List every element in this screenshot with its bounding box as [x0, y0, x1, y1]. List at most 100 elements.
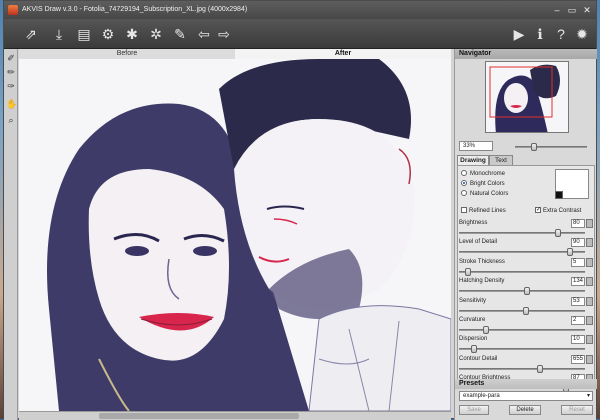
checkbox-extra-contrast[interactable]: ✓ Extra Contrast — [535, 207, 581, 215]
sketch-artwork — [19, 59, 451, 411]
close-icon[interactable]: ✕ — [580, 4, 594, 16]
preset-value: example-para — [463, 393, 500, 399]
color-swatch-pencil[interactable] — [555, 191, 563, 199]
scroll-thumb[interactable] — [99, 413, 299, 419]
param-slider[interactable] — [459, 364, 585, 373]
param-slider[interactable] — [459, 287, 585, 296]
param-label: Dispersion — [459, 336, 488, 343]
navigator-preview — [486, 62, 568, 132]
param-brightness: Brightness 80 — [459, 219, 593, 237]
checkbox-icon — [461, 207, 467, 214]
navigator-thumbnail[interactable] — [485, 61, 569, 133]
param-hatching-density: Hatching Density 134 — [459, 277, 593, 296]
zoom-select[interactable]: 33% — [459, 141, 493, 151]
preset-select[interactable]: example-para ▾ — [459, 391, 593, 401]
history-brush-icon[interactable]: ✑ — [6, 81, 16, 91]
maximize-icon[interactable]: ▭ — [565, 4, 579, 16]
param-slider[interactable] — [459, 345, 585, 354]
param-slider-thumb[interactable] — [522, 306, 529, 315]
delete-preset-button[interactable]: Delete — [509, 405, 541, 415]
info-icon[interactable]: ℹ — [530, 24, 550, 44]
param-slider[interactable] — [459, 229, 585, 237]
param-spinner[interactable] — [586, 238, 593, 248]
option-label: Monochrome — [470, 171, 506, 177]
param-value-input[interactable]: 134 — [571, 277, 585, 287]
settings-icon[interactable]: ✹ — [572, 24, 592, 44]
hand-icon[interactable]: ✋ — [6, 99, 17, 109]
param-dispersion: Dispersion 10 — [459, 335, 593, 354]
param-slider-thumb[interactable] — [567, 248, 573, 257]
chevron-down-icon: ▾ — [586, 393, 590, 399]
eraser-icon[interactable]: ✏ — [6, 67, 16, 77]
param-value-input[interactable]: 2 — [571, 316, 585, 325]
param-value-input[interactable]: 80 — [571, 219, 585, 228]
undo-icon[interactable]: ⇦ — [194, 24, 214, 44]
param-label: Sensitivity — [459, 297, 487, 304]
print-icon[interactable]: ▤ — [74, 24, 94, 44]
param-spinner[interactable] — [586, 296, 593, 306]
param-value-input[interactable]: 53 — [571, 296, 585, 306]
save-icon[interactable]: ⤓ — [49, 24, 69, 44]
param-value-input[interactable]: 655 — [571, 354, 585, 364]
batch-icon[interactable]: ✱ — [122, 24, 142, 44]
param-spinner[interactable] — [586, 277, 593, 287]
param-spinner[interactable] — [586, 219, 593, 228]
param-spinner[interactable] — [586, 354, 593, 364]
radio-icon — [461, 190, 467, 197]
open-icon[interactable]: ⇗ — [18, 24, 44, 44]
param-value-input[interactable]: 5 — [571, 257, 585, 267]
paint-icon[interactable]: ✎ — [170, 24, 190, 44]
option-monochrome[interactable]: Monochrome — [461, 170, 505, 178]
option-bright-colors[interactable]: Bright Colors — [461, 180, 505, 188]
param-level-of-detail: Level of Detail 90 — [459, 238, 593, 257]
tab-drawing[interactable]: Drawing — [457, 155, 489, 165]
checkbox-checked-icon: ✓ — [535, 207, 542, 214]
param-slider[interactable] — [459, 326, 585, 334]
param-sensitivity: Sensitivity 53 — [459, 296, 593, 315]
help-icon[interactable]: ? — [551, 24, 571, 44]
checkbox-refined-lines[interactable]: Refined Lines — [461, 207, 506, 215]
run-icon[interactable]: ▶ — [509, 24, 529, 44]
reset-preset-button[interactable]: Reset — [561, 405, 593, 415]
param-slider[interactable] — [459, 306, 585, 315]
image-canvas[interactable] — [19, 59, 451, 411]
share-icon[interactable]: ⚙ — [98, 24, 118, 44]
option-label: Bright Colors — [470, 181, 505, 187]
view-tabs: Before After — [19, 49, 451, 59]
param-spinner[interactable] — [586, 335, 593, 345]
app-window: AKVIS Draw v.3.0 - Fotolia_74729194_Subs… — [3, 0, 597, 420]
radio-icon — [461, 170, 467, 177]
redo-icon[interactable]: ⇨ — [214, 24, 234, 44]
brush-icon[interactable]: ✐ — [6, 53, 16, 63]
param-slider-thumb[interactable] — [537, 364, 543, 373]
param-contour-detail: Contour Detail 655 — [459, 354, 593, 373]
zoom-icon[interactable]: ⌕ — [6, 115, 16, 125]
param-spinner[interactable] — [586, 257, 593, 267]
param-label: Brightness — [459, 220, 488, 226]
tab-text[interactable]: Text — [489, 155, 513, 165]
save-preset-button[interactable]: Save — [459, 405, 489, 415]
param-slider-thumb[interactable] — [523, 287, 530, 296]
option-natural-colors[interactable]: Natural Colors — [461, 190, 508, 198]
param-curvature: Curvature 2 — [459, 316, 593, 334]
param-slider-thumb[interactable] — [465, 267, 471, 276]
param-slider[interactable] — [459, 267, 585, 276]
zoom-slider-thumb[interactable] — [531, 143, 537, 151]
param-slider-thumb[interactable] — [555, 229, 561, 237]
plugin-icon[interactable]: ✲ — [146, 24, 166, 44]
param-spinner[interactable] — [586, 316, 593, 325]
param-slider-thumb[interactable] — [471, 345, 477, 354]
title-bar[interactable]: AKVIS Draw v.3.0 - Fotolia_74729194_Subs… — [4, 1, 596, 19]
settings-panel: Navigator 33% Drawing Text Monochrome Br… — [454, 49, 597, 420]
param-value-input[interactable]: 90 — [571, 238, 585, 248]
tab-after[interactable]: After — [235, 49, 451, 59]
param-label: Stroke Thickness — [459, 258, 505, 265]
param-slider[interactable] — [459, 248, 585, 257]
minimize-icon[interactable]: – — [550, 4, 564, 16]
param-value-input[interactable]: 10 — [571, 335, 585, 345]
radio-selected-icon — [461, 180, 467, 187]
zoom-slider[interactable] — [515, 143, 587, 151]
param-label: Curvature — [459, 317, 486, 323]
tab-before[interactable]: Before — [19, 49, 235, 59]
param-slider-thumb[interactable] — [483, 326, 489, 334]
